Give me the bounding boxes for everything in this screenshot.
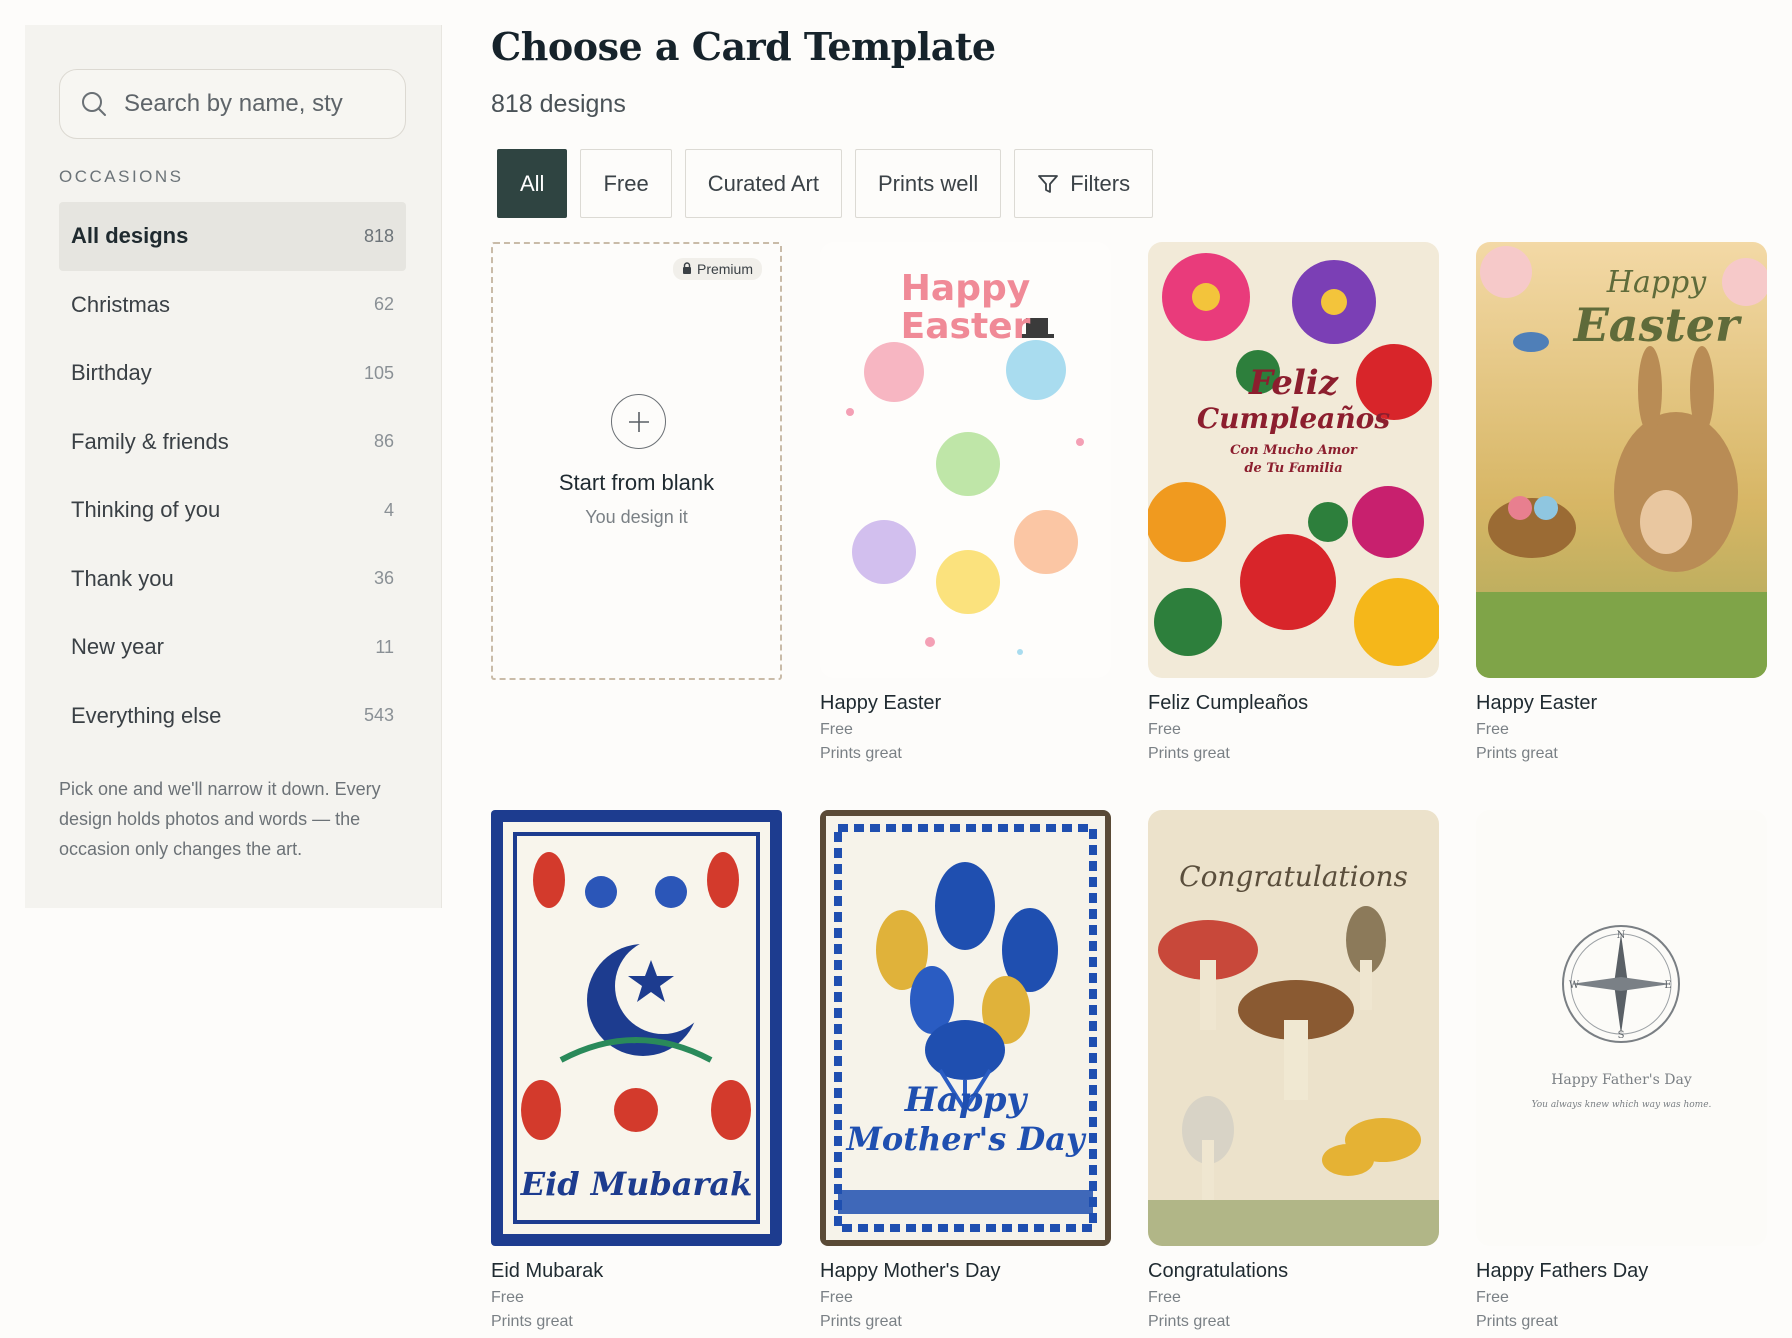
- card-print-quality: Prints great: [1476, 1313, 1558, 1330]
- card-title: Happy Easter: [820, 692, 942, 714]
- card-title: Feliz Cumpleaños: [1148, 692, 1309, 714]
- card-art-text: Congratulations: [1179, 860, 1408, 893]
- blank-card-title: Start from blank: [558, 470, 715, 495]
- card-print-quality: Prints great: [1148, 1313, 1230, 1330]
- card-title: Happy Easter: [1476, 692, 1598, 714]
- page-title: Choose a Card Template: [491, 24, 996, 69]
- filter-free[interactable]: Free: [580, 149, 672, 218]
- template-card[interactable]: Eid Mubarak Eid Mubarak Free Prints grea…: [491, 810, 782, 1331]
- card-title: Happy Mother's Day: [820, 1260, 1001, 1282]
- occasion-label: Thinking of you: [71, 497, 221, 523]
- card-art-text: Happy Mother's Day: [846, 1080, 1085, 1158]
- card-thumbnail[interactable]: Eid Mubarak: [491, 810, 782, 1246]
- occasion-item-birthday[interactable]: Birthday 105: [59, 339, 406, 408]
- card-thumbnail[interactable]: Feliz Cumpleaños Con Mucho Amor de Tu Fa…: [1148, 242, 1439, 678]
- occasion-count: 36: [373, 568, 394, 589]
- card-art-text: Happy Easter: [1573, 265, 1740, 352]
- occasion-item-new-year[interactable]: New year 11: [59, 613, 406, 682]
- template-card[interactable]: Happy Mother's Day Happy Mother's Day Fr…: [820, 810, 1111, 1331]
- template-card[interactable]: Feliz Cumpleaños Con Mucho Amor de Tu Fa…: [1148, 242, 1439, 763]
- card-thumbnail[interactable]: Happy Mother's Day: [820, 810, 1111, 1246]
- occasion-count: 11: [375, 636, 394, 657]
- card-thumbnail[interactable]: Happy Easter: [1476, 242, 1767, 678]
- occasion-label: Everything else: [71, 702, 222, 728]
- svg-text:W: W: [1569, 980, 1580, 991]
- occasion-count: 543: [363, 705, 394, 726]
- template-card[interactable]: Happy Easter Happy Easter Free Prints gre…: [820, 242, 1111, 763]
- blank-card-subtitle: You design it: [585, 507, 688, 527]
- card-price: Free: [1148, 721, 1181, 738]
- occasion-item-thinking-of-you[interactable]: Thinking of you 4: [59, 476, 406, 545]
- funnel-icon: [1037, 173, 1059, 195]
- occasion-item-everything-else[interactable]: Everything else 543: [59, 682, 406, 751]
- card-title: Happy Fathers Day: [1476, 1260, 1649, 1282]
- card-price: Free: [491, 1289, 524, 1306]
- card-thumbnail[interactable]: Happy Easter: [820, 242, 1111, 678]
- card-price: Free: [1148, 1289, 1181, 1306]
- card-print-quality: Prints great: [1148, 745, 1230, 762]
- template-card[interactable]: Congratulations Congratulations Free Pri…: [1148, 810, 1439, 1331]
- occasion-item-family-friends[interactable]: Family & friends 86: [59, 408, 406, 477]
- svg-text:N: N: [1617, 930, 1626, 941]
- template-card[interactable]: Happy Easter Happy Easter Free Prints gr…: [1476, 242, 1767, 763]
- design-count: 818 designs: [491, 90, 626, 118]
- search-icon: [79, 89, 109, 119]
- sidebar-note: Pick one and we'll narrow it down. Every…: [59, 779, 381, 859]
- svg-text:S: S: [1618, 1030, 1625, 1041]
- occasion-label: All designs: [71, 223, 189, 249]
- premium-label: Premium: [696, 261, 753, 277]
- card-title: Congratulations: [1148, 1260, 1289, 1282]
- filter-curated-art[interactable]: Curated Art: [684, 149, 842, 218]
- occasion-list: All designs 818 Christmas 62 Birthday 105 F…: [59, 202, 406, 750]
- filter-bar: All Free Curated Art Prints well Filters: [497, 149, 1154, 218]
- premium-badge: Premium: [672, 258, 762, 280]
- occasions-label: OCCASIONS: [59, 167, 184, 186]
- search-input[interactable]: [124, 90, 394, 118]
- blank-card[interactable]: Premium Start from blank You design it: [491, 242, 782, 680]
- occasion-item-thank-you[interactable]: Thank you 36: [59, 545, 406, 614]
- occasion-count: 105: [363, 362, 394, 383]
- occasion-item-all-designs[interactable]: All designs 818: [59, 202, 406, 271]
- card-title: Eid Mubarak: [491, 1260, 604, 1282]
- card-thumbnail[interactable]: Congratulations: [1148, 810, 1439, 1246]
- card-print-quality: Prints great: [1476, 745, 1558, 762]
- card-art-text: Eid Mubarak: [520, 1165, 753, 1203]
- svg-text:E: E: [1664, 980, 1671, 991]
- occasion-item-christmas[interactable]: Christmas 62: [59, 271, 406, 340]
- occasion-count: 818: [363, 225, 394, 246]
- lock-icon: [682, 261, 692, 277]
- card-print-quality: Prints great: [820, 1313, 902, 1330]
- search-box[interactable]: [59, 69, 406, 139]
- card-print-quality: Prints great: [491, 1313, 573, 1330]
- card-art-text: Happy Easter: [900, 268, 1031, 347]
- occasion-count: 86: [373, 431, 394, 452]
- template-card[interactable]: N E S W Happy Father's Day You always kn…: [1476, 810, 1767, 1331]
- plus-icon: [611, 394, 666, 449]
- sidebar: OCCASIONS All designs 818 Christmas 62 Bir…: [25, 25, 442, 908]
- filters-label: Filters: [1070, 170, 1131, 196]
- card-print-quality: Prints great: [820, 745, 902, 762]
- card-price: Free: [1476, 721, 1509, 738]
- occasion-label: Christmas: [71, 291, 171, 317]
- card-art-text: Happy Father's Day You always knew which…: [1531, 1072, 1712, 1110]
- filter-prints-well[interactable]: Prints well: [854, 149, 1002, 218]
- filters-button[interactable]: Filters: [1014, 149, 1154, 218]
- occasion-label: New year: [71, 634, 164, 660]
- card-thumbnail[interactable]: N E S W Happy Father's Day You always kn…: [1476, 810, 1767, 1246]
- card-art-text: Feliz Cumpleaños Con Mucho Amor de Tu Fa…: [1196, 363, 1391, 476]
- filter-all[interactable]: All: [497, 149, 568, 218]
- occasion-label: Birthday: [71, 360, 152, 386]
- card-price: Free: [820, 721, 853, 738]
- card-price: Free: [1476, 1289, 1509, 1306]
- occasion-label: Thank you: [71, 565, 174, 591]
- occasion-count: 62: [373, 294, 394, 315]
- occasion-count: 4: [383, 499, 394, 520]
- card-price: Free: [820, 1289, 853, 1306]
- occasion-label: Family & friends: [71, 428, 229, 454]
